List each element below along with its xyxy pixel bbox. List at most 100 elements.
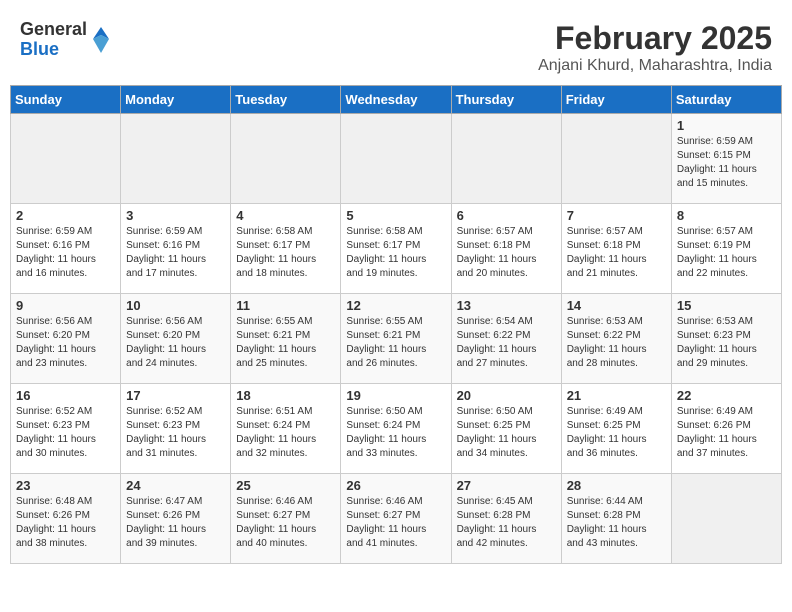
day-info: Sunrise: 6:52 AM Sunset: 6:23 PM Dayligh… bbox=[126, 405, 225, 461]
calendar-cell: 3Sunrise: 6:59 AM Sunset: 6:16 PM Daylig… bbox=[121, 204, 231, 294]
day-number: 27 bbox=[457, 478, 556, 493]
day-info: Sunrise: 6:56 AM Sunset: 6:20 PM Dayligh… bbox=[16, 315, 115, 371]
title-block: February 2025 Anjani Khurd, Maharashtra,… bbox=[538, 20, 772, 75]
day-number: 16 bbox=[16, 388, 115, 403]
calendar-cell bbox=[341, 114, 451, 204]
calendar-cell: 10 Sunrise: 6:56 AM Sunset: 6:20 PM Dayli… bbox=[121, 294, 231, 384]
day-info: Sunrise: 6:57 AM Sunset: 6:18 PM Dayligh… bbox=[457, 225, 556, 281]
day-info: Sunrise: 6:46 AM Sunset: 6:27 PM Dayligh… bbox=[346, 495, 445, 551]
day-info: Sunrise: 6:56 AM Sunset: 6:20 PM Dayligh… bbox=[126, 315, 225, 371]
calendar-cell: 12 Sunrise: 6:55 AM Sunset: 6:21 PM Dayli… bbox=[341, 294, 451, 384]
day-info: Sunrise: 6:54 AM Sunset: 6:22 PM Dayligh… bbox=[457, 315, 556, 371]
day-number: 8 bbox=[677, 208, 776, 223]
subtitle: Anjani Khurd, Maharashtra, India bbox=[538, 57, 772, 75]
day-info: Sunrise: 6:55 AM Sunset: 6:21 PM Dayligh… bbox=[346, 315, 445, 371]
calendar-cell: 11 Sunrise: 6:55 AM Sunset: 6:21 PM Dayli… bbox=[231, 294, 341, 384]
day-number: 28 bbox=[567, 478, 666, 493]
day-number: 12 bbox=[346, 298, 445, 313]
calendar-cell: 28 Sunrise: 6:44 AM Sunset: 6:28 PM Dayli… bbox=[561, 474, 671, 564]
day-number: 15 bbox=[677, 298, 776, 313]
day-info: Sunrise: 6:57 AM Sunset: 6:18 PM Dayligh… bbox=[567, 225, 666, 281]
weekday-header-monday: Monday bbox=[121, 86, 231, 114]
calendar-cell: 25 Sunrise: 6:46 AM Sunset: 6:27 PM Dayli… bbox=[231, 474, 341, 564]
calendar-cell: 21 Sunrise: 6:49 AM Sunset: 6:25 PM Dayli… bbox=[561, 384, 671, 474]
day-number: 5 bbox=[346, 208, 445, 223]
day-number: 4 bbox=[236, 208, 335, 223]
day-info: Sunrise: 6:58 AM Sunset: 6:17 PM Dayligh… bbox=[346, 225, 445, 281]
day-number: 19 bbox=[346, 388, 445, 403]
day-number: 25 bbox=[236, 478, 335, 493]
day-info: Sunrise: 6:53 AM Sunset: 6:23 PM Dayligh… bbox=[677, 315, 776, 371]
day-number: 23 bbox=[16, 478, 115, 493]
day-number: 6 bbox=[457, 208, 556, 223]
main-title: February 2025 bbox=[538, 20, 772, 57]
day-info: Sunrise: 6:44 AM Sunset: 6:28 PM Dayligh… bbox=[567, 495, 666, 551]
day-number: 14 bbox=[567, 298, 666, 313]
day-info: Sunrise: 6:55 AM Sunset: 6:21 PM Dayligh… bbox=[236, 315, 335, 371]
calendar-cell: 18Sunrise: 6:51 AM Sunset: 6:24 PM Dayli… bbox=[231, 384, 341, 474]
weekday-header-tuesday: Tuesday bbox=[231, 86, 341, 114]
calendar-cell: 19 Sunrise: 6:50 AM Sunset: 6:24 PM Dayli… bbox=[341, 384, 451, 474]
day-number: 13 bbox=[457, 298, 556, 313]
weekday-header-saturday: Saturday bbox=[671, 86, 781, 114]
day-info: Sunrise: 6:52 AM Sunset: 6:23 PM Dayligh… bbox=[16, 405, 115, 461]
page-header: General Blue February 2025 Anjani Khurd,… bbox=[10, 10, 782, 80]
day-info: Sunrise: 6:49 AM Sunset: 6:26 PM Dayligh… bbox=[677, 405, 776, 461]
day-info: Sunrise: 6:50 AM Sunset: 6:25 PM Dayligh… bbox=[457, 405, 556, 461]
calendar-cell bbox=[121, 114, 231, 204]
day-number: 1 bbox=[677, 118, 776, 133]
calendar-cell bbox=[561, 114, 671, 204]
calendar-cell: 26Sunrise: 6:46 AM Sunset: 6:27 PM Dayli… bbox=[341, 474, 451, 564]
day-info: Sunrise: 6:47 AM Sunset: 6:26 PM Dayligh… bbox=[126, 495, 225, 551]
calendar-cell: 27 Sunrise: 6:45 AM Sunset: 6:28 PM Dayli… bbox=[451, 474, 561, 564]
logo-blue: Blue bbox=[20, 40, 87, 60]
day-number: 9 bbox=[16, 298, 115, 313]
logo-icon bbox=[91, 25, 111, 55]
day-info: Sunrise: 6:59 AM Sunset: 6:16 PM Dayligh… bbox=[126, 225, 225, 281]
week-row-4: 16 Sunrise: 6:52 AM Sunset: 6:23 PM Dayli… bbox=[11, 384, 782, 474]
calendar-cell: 17 Sunrise: 6:52 AM Sunset: 6:23 PM Dayli… bbox=[121, 384, 231, 474]
day-number: 17 bbox=[126, 388, 225, 403]
weekday-header-sunday: Sunday bbox=[11, 86, 121, 114]
calendar-cell: 5 Sunrise: 6:58 AM Sunset: 6:17 PM Daylig… bbox=[341, 204, 451, 294]
calendar-cell: 6 Sunrise: 6:57 AM Sunset: 6:18 PM Daylig… bbox=[451, 204, 561, 294]
day-info: Sunrise: 6:50 AM Sunset: 6:24 PM Dayligh… bbox=[346, 405, 445, 461]
calendar-table: SundayMondayTuesdayWednesdayThursdayFrid… bbox=[10, 85, 782, 564]
calendar-cell bbox=[451, 114, 561, 204]
calendar-cell: 24 Sunrise: 6:47 AM Sunset: 6:26 PM Dayli… bbox=[121, 474, 231, 564]
week-row-5: 23 Sunrise: 6:48 AM Sunset: 6:26 PM Dayli… bbox=[11, 474, 782, 564]
calendar-cell: 9 Sunrise: 6:56 AM Sunset: 6:20 PM Daylig… bbox=[11, 294, 121, 384]
day-number: 11 bbox=[236, 298, 335, 313]
day-number: 20 bbox=[457, 388, 556, 403]
calendar-cell: 2Sunrise: 6:59 AM Sunset: 6:16 PM Daylig… bbox=[11, 204, 121, 294]
calendar-cell: 16 Sunrise: 6:52 AM Sunset: 6:23 PM Dayli… bbox=[11, 384, 121, 474]
calendar-cell bbox=[11, 114, 121, 204]
weekday-header-thursday: Thursday bbox=[451, 86, 561, 114]
day-number: 22 bbox=[677, 388, 776, 403]
day-info: Sunrise: 6:57 AM Sunset: 6:19 PM Dayligh… bbox=[677, 225, 776, 281]
calendar-cell: 22 Sunrise: 6:49 AM Sunset: 6:26 PM Dayli… bbox=[671, 384, 781, 474]
day-info: Sunrise: 6:45 AM Sunset: 6:28 PM Dayligh… bbox=[457, 495, 556, 551]
calendar-cell: 20 Sunrise: 6:50 AM Sunset: 6:25 PM Dayli… bbox=[451, 384, 561, 474]
day-number: 24 bbox=[126, 478, 225, 493]
day-number: 10 bbox=[126, 298, 225, 313]
weekday-header-wednesday: Wednesday bbox=[341, 86, 451, 114]
day-info: Sunrise: 6:49 AM Sunset: 6:25 PM Dayligh… bbox=[567, 405, 666, 461]
calendar-cell bbox=[671, 474, 781, 564]
calendar-cell: 1Sunrise: 6:59 AM Sunset: 6:15 PM Daylig… bbox=[671, 114, 781, 204]
week-row-2: 2 Sunrise: 6:59 AM Sunset: 6:16 PM Daylig… bbox=[11, 204, 782, 294]
day-number: 18 bbox=[236, 388, 335, 403]
calendar-cell: 4 Sunrise: 6:58 AM Sunset: 6:17 PM Daylig… bbox=[231, 204, 341, 294]
logo-text: General Blue bbox=[20, 20, 87, 60]
day-info: Sunrise: 6:48 AM Sunset: 6:26 PM Dayligh… bbox=[16, 495, 115, 551]
logo: General Blue bbox=[20, 20, 111, 60]
day-number: 21 bbox=[567, 388, 666, 403]
calendar-cell: 15 Sunrise: 6:53 AM Sunset: 6:23 PM Dayli… bbox=[671, 294, 781, 384]
day-info: Sunrise: 6:46 AM Sunset: 6:27 PM Dayligh… bbox=[236, 495, 335, 551]
day-number: 7 bbox=[567, 208, 666, 223]
week-row-3: 9 Sunrise: 6:56 AM Sunset: 6:20 PM Daylig… bbox=[11, 294, 782, 384]
day-info: Sunrise: 6:58 AM Sunset: 6:17 PM Dayligh… bbox=[236, 225, 335, 281]
week-row-1: 1Sunrise: 6:59 AM Sunset: 6:15 PM Daylig… bbox=[11, 114, 782, 204]
calendar-cell: 7 Sunrise: 6:57 AM Sunset: 6:18 PM Daylig… bbox=[561, 204, 671, 294]
day-number: 2 bbox=[16, 208, 115, 223]
